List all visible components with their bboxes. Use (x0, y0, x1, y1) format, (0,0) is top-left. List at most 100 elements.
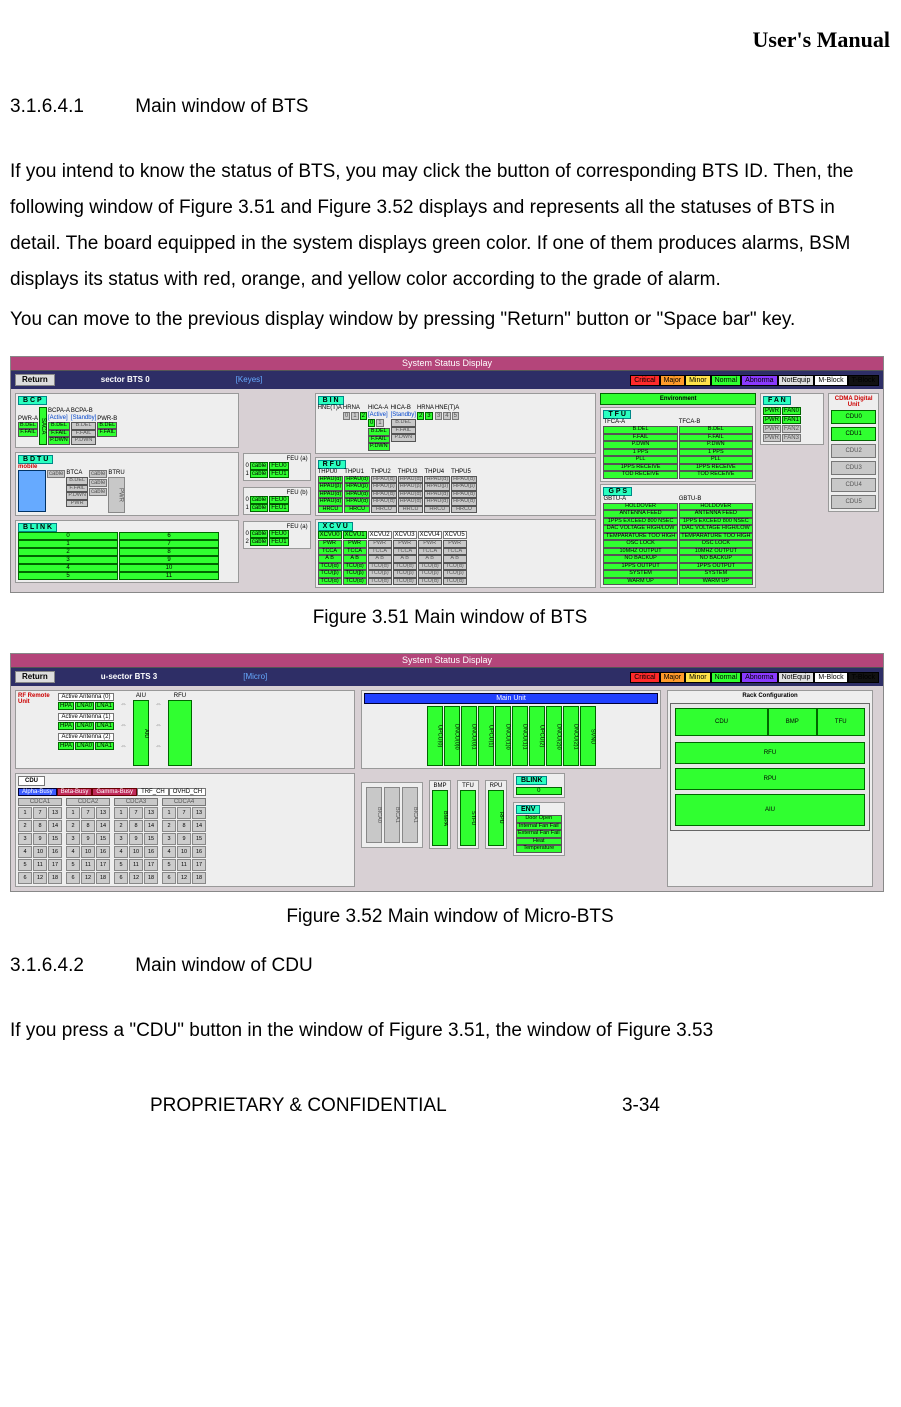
lna0[interactable]: LNA0 (75, 742, 94, 750)
cdca-cell[interactable]: 6 (162, 872, 176, 884)
cdca-cell[interactable]: 12 (129, 872, 143, 884)
blink-row[interactable]: 9 (119, 556, 219, 564)
aiu-slot[interactable]: AIU (133, 700, 149, 766)
cdca-cell[interactable]: 3 (162, 833, 176, 845)
cdca-cell[interactable]: 5 (18, 859, 32, 871)
cdca-cell[interactable]: 6 (114, 872, 128, 884)
cdca-cell[interactable]: 4 (162, 846, 176, 858)
cdca-cell[interactable]: 5 (66, 859, 80, 871)
main-slot[interactable]: DNCU(1)1 (512, 706, 528, 766)
main-slot[interactable]: DNCU(1)0 (495, 706, 511, 766)
cdca-cell[interactable]: 11 (81, 859, 95, 871)
cdca-cell[interactable]: 6 (18, 872, 32, 884)
saca-label[interactable]: SACA (39, 407, 47, 445)
cdca-cell[interactable]: 3 (66, 833, 80, 845)
cdca-cell[interactable]: 2 (114, 820, 128, 832)
cdca-cell[interactable]: 4 (18, 846, 32, 858)
cdca-cell[interactable]: 4 (66, 846, 80, 858)
bmpa[interactable]: BMPA (432, 790, 448, 846)
cdca-cell[interactable]: 16 (48, 846, 62, 858)
blink-row[interactable]: 11 (119, 572, 219, 580)
cdca-cell[interactable]: 8 (177, 820, 191, 832)
hpa[interactable]: HPA (58, 742, 74, 750)
main-slot[interactable]: UPCU(0) (427, 706, 443, 766)
cdca-cell[interactable]: 15 (144, 833, 158, 845)
blink-row[interactable]: 8 (119, 548, 219, 556)
cdca-cell[interactable]: 3 (114, 833, 128, 845)
cdca-cell[interactable]: 5 (162, 859, 176, 871)
cdca-cell[interactable]: 10 (33, 846, 47, 858)
cdca-cell[interactable]: 8 (81, 820, 95, 832)
cdca-cell[interactable]: 17 (48, 859, 62, 871)
cdca-cell[interactable]: 10 (177, 846, 191, 858)
cdca-cell[interactable]: 17 (192, 859, 206, 871)
cdu-button[interactable]: CDU5 (831, 495, 876, 509)
cdca-cell[interactable]: 14 (144, 820, 158, 832)
cdu-button[interactable]: CDU1 (831, 427, 876, 441)
cdca-cell[interactable]: 9 (81, 833, 95, 845)
tab-alpha[interactable]: Alpha-Busy (18, 788, 57, 796)
cdca-cell[interactable]: 9 (129, 833, 143, 845)
hpa[interactable]: HPA (58, 702, 74, 710)
cdca-cell[interactable]: 15 (96, 833, 110, 845)
cdca-cell[interactable]: 13 (96, 807, 110, 819)
lna1[interactable]: LNA1 (95, 722, 114, 730)
blink-row[interactable]: 10 (119, 564, 219, 572)
tab-gamma[interactable]: Gamma-Busy (92, 788, 137, 796)
tab-trf[interactable]: TRF_CH (137, 788, 169, 796)
main-slot[interactable]: UPCU(1) (478, 706, 494, 766)
cdca-cell[interactable]: 12 (177, 872, 191, 884)
rfu-block[interactable] (168, 700, 192, 766)
cdca-cell[interactable]: 18 (144, 872, 158, 884)
cdca-cell[interactable]: 18 (96, 872, 110, 884)
blink-row[interactable]: 5 (18, 572, 118, 580)
main-slot[interactable]: DNCU(0)1 (461, 706, 477, 766)
rack-aiu[interactable]: AIU (675, 794, 865, 826)
hpa[interactable]: HPA (58, 722, 74, 730)
cdca-cell[interactable]: 1 (114, 807, 128, 819)
tab-ovhd[interactable]: OVHD_CH (169, 788, 206, 796)
cdca-cell[interactable]: 4 (114, 846, 128, 858)
cdca-cell[interactable]: 1 (162, 807, 176, 819)
lna1[interactable]: LNA1 (95, 702, 114, 710)
cdca-cell[interactable]: 5 (114, 859, 128, 871)
cdca-cell[interactable]: 8 (33, 820, 47, 832)
cdu-button[interactable]: CDU4 (831, 478, 876, 492)
environment-button[interactable]: Environment (600, 393, 756, 405)
cdca-cell[interactable]: 13 (192, 807, 206, 819)
cdca-cell[interactable]: 14 (48, 820, 62, 832)
return-button[interactable]: Return (15, 374, 55, 386)
cdca-cell[interactable]: 2 (66, 820, 80, 832)
cdca-cell[interactable]: 1 (66, 807, 80, 819)
cdca-cell[interactable]: 3 (18, 833, 32, 845)
cdca-cell[interactable]: 14 (192, 820, 206, 832)
blink-row[interactable]: 6 (119, 532, 219, 540)
cdca-cell[interactable]: 15 (192, 833, 206, 845)
tab-beta[interactable]: Beta-Busy (57, 788, 93, 796)
blink-52-val[interactable]: 0 (516, 787, 562, 795)
cdca-cell[interactable]: 8 (129, 820, 143, 832)
cdca-cell[interactable]: 16 (144, 846, 158, 858)
blink-row[interactable]: 7 (119, 540, 219, 548)
cdca-cell[interactable]: 9 (177, 833, 191, 845)
cdca-cell[interactable]: 15 (48, 833, 62, 845)
main-slot[interactable]: DNCU(2)0 (546, 706, 562, 766)
cdca-cell[interactable]: 12 (81, 872, 95, 884)
cdca-cell[interactable]: 10 (81, 846, 95, 858)
cdca-cell[interactable]: 7 (81, 807, 95, 819)
cdca-cell[interactable]: 2 (162, 820, 176, 832)
cdca-cell[interactable]: 13 (144, 807, 158, 819)
cdca-cell[interactable]: 6 (66, 872, 80, 884)
cdca-cell[interactable]: 18 (192, 872, 206, 884)
cdca-cell[interactable]: 10 (129, 846, 143, 858)
main-slot[interactable]: DNCU(0)0 (444, 706, 460, 766)
rpu-v[interactable]: RPU (488, 790, 504, 846)
cdca-cell[interactable]: 2 (18, 820, 32, 832)
cdca-cell[interactable]: 16 (96, 846, 110, 858)
main-slot[interactable]: DNCU(2)1 (563, 706, 579, 766)
rack-rpu[interactable]: RPU (675, 768, 865, 790)
lna1[interactable]: LNA1 (95, 742, 114, 750)
blink-row[interactable]: 2 (18, 548, 118, 556)
cdca-cell[interactable]: 11 (177, 859, 191, 871)
main-slot[interactable]: SVNU (580, 706, 596, 766)
